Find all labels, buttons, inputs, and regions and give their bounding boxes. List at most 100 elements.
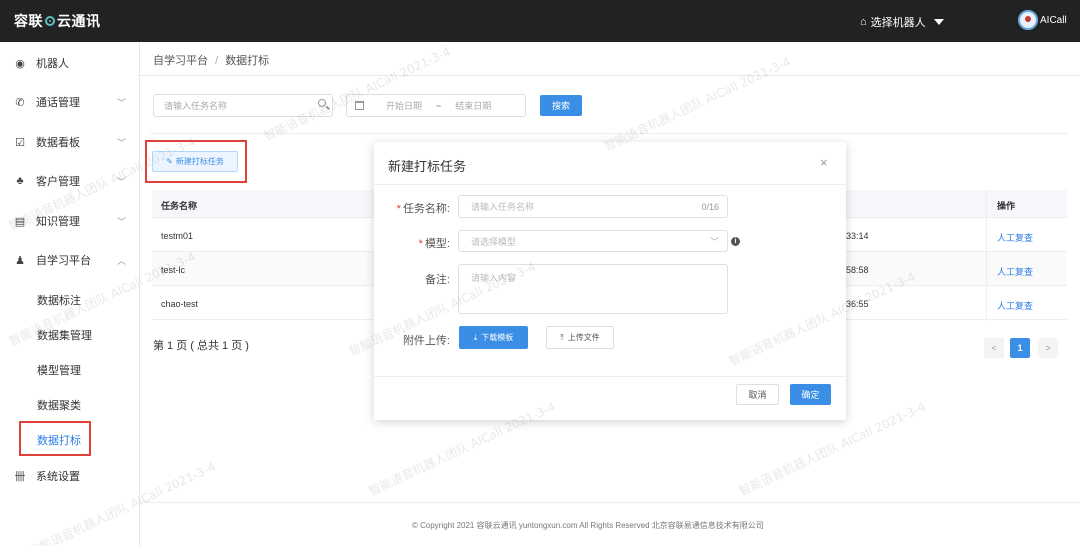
footer-copyright: © Copyright 2021 容联云通讯 yuntongxun.com Al… <box>412 521 764 530</box>
search-input[interactable]: 请输入任务名称 <box>153 94 333 117</box>
logo-dot-icon <box>45 16 55 26</box>
review-link[interactable]: 人工复查 <box>997 265 1033 278</box>
user-name: AICall <box>1040 14 1067 26</box>
sidebar-item-label: 通话管理 <box>36 97 80 109</box>
new-task-label: 新建打标任务 <box>175 157 224 166</box>
sidebar-sub-model[interactable]: 模型管理 <box>37 362 81 378</box>
task-time: 33:14 <box>846 231 869 241</box>
sidebar-item-dashboard[interactable]: ☑ 数据看板 ﹀ <box>0 132 140 152</box>
chevron-down-icon: ﹀ <box>117 97 127 108</box>
sidebar-sub-annotation[interactable]: 数据标注 <box>37 292 81 308</box>
sidebar-item-label: 机器人 <box>36 58 69 70</box>
avatar <box>1018 10 1038 30</box>
remark-placeholder: 请输入内容 <box>471 273 517 283</box>
attachment-label: 附件上传: <box>402 335 450 347</box>
users-icon: ♣ <box>16 175 24 187</box>
review-link[interactable]: 人工复查 <box>997 231 1033 244</box>
remark-label: 备注: <box>424 274 450 286</box>
learning-icon: ♟ <box>15 254 25 267</box>
model-label: * 模型: <box>418 238 450 250</box>
logo-right: 云通讯 <box>57 13 101 29</box>
task-time: 58:58 <box>846 265 869 275</box>
top-bar: 容联 云通讯 ⌂ 选择机器人 AICall <box>0 0 1080 42</box>
sidebar-sub-labeling[interactable]: 数据打标 <box>37 432 81 448</box>
chart-icon: ☑ <box>15 136 25 149</box>
footer-divider <box>140 502 1080 503</box>
end-date: 结束日期 <box>455 101 492 111</box>
sidebar: ◉ 机器人 ✆ 通话管理 ﹀ ☑ 数据看板 ﹀ ♣ 客户管理 ﹀ ▤ 知识管理 … <box>0 42 140 546</box>
phone-icon: ✆ <box>15 96 25 109</box>
confirm-button[interactable]: 确定 <box>790 384 831 405</box>
sidebar-item-label: 知识管理 <box>36 216 80 228</box>
sidebar-item-label: 客户管理 <box>36 176 80 188</box>
settings-icon: 卌 <box>14 471 26 483</box>
task-name-input[interactable]: 请输入任务名称 0/16 <box>458 195 728 218</box>
chevron-up-icon: ︿ <box>117 255 127 266</box>
task-name: testm01 <box>161 231 194 241</box>
sidebar-item-calls[interactable]: ✆ 通话管理 ﹀ <box>0 92 140 112</box>
info-icon[interactable]: i <box>731 237 740 246</box>
new-task-button[interactable]: ✎ 新建打标任务 <box>152 151 238 172</box>
sidebar-item-label: 自学习平台 <box>36 255 91 267</box>
chevron-down-icon: ﹀ <box>117 137 127 148</box>
robot-icon: ⌂ <box>860 16 867 28</box>
sidebar-item-customers[interactable]: ♣ 客户管理 ﹀ <box>0 171 140 191</box>
download-icon: ⤓ <box>473 332 478 342</box>
column-divider <box>986 190 987 321</box>
caret-down-icon <box>933 19 944 25</box>
remark-textarea[interactable]: 请输入内容 <box>458 264 728 314</box>
search-icon <box>318 99 326 107</box>
header-task-name: 任务名称 <box>161 201 198 211</box>
dialog-title: 新建打标任务 <box>388 159 467 174</box>
sidebar-sub-cluster[interactable]: 数据聚类 <box>37 397 81 413</box>
sidebar-item-settings[interactable]: 卌 系统设置 <box>0 466 140 486</box>
divider <box>150 133 1068 134</box>
download-template-button[interactable]: ⤓ 下载模板 <box>459 326 528 349</box>
date-range-picker[interactable]: 开始日期 ~ 结束日期 <box>346 94 526 117</box>
search-button[interactable]: 搜索 <box>540 95 582 116</box>
logo-left: 容联 <box>14 13 43 29</box>
sidebar-item-label: 系统设置 <box>36 471 80 483</box>
task-name: chao-test <box>161 299 199 309</box>
user-menu[interactable]: AICall <box>1018 10 1067 30</box>
date-separator: ~ <box>436 100 442 111</box>
start-date: 开始日期 <box>386 101 423 111</box>
cancel-button[interactable]: 取消 <box>736 384 779 405</box>
book-icon: ▤ <box>14 215 26 228</box>
sidebar-item-robot[interactable]: ◉ 机器人 <box>0 53 140 73</box>
divider <box>374 376 846 377</box>
page-number-button[interactable]: 1 <box>1010 338 1030 358</box>
page-info: 第 1 页 ( 总共 1 页 ) <box>153 340 249 352</box>
task-name-placeholder: 请输入任务名称 <box>471 202 535 212</box>
header-actions: 操作 <box>997 201 1016 211</box>
task-time: 36:55 <box>846 299 869 309</box>
upload-file-button[interactable]: ⤒ 上传文件 <box>546 326 614 349</box>
breadcrumb: 自学习平台 / 数据打标 <box>153 52 269 68</box>
upload-icon: ⤒ <box>560 332 564 342</box>
calendar-icon <box>355 101 364 110</box>
search-placeholder: 请输入任务名称 <box>164 101 228 111</box>
task-name-label: * 任务名称: <box>396 203 450 215</box>
robot-icon: ◉ <box>15 57 25 70</box>
prev-page-button[interactable]: < <box>984 338 1004 358</box>
edit-icon: ✎ <box>166 157 173 166</box>
chevron-down-icon: ﹀ <box>709 236 719 247</box>
app-logo: 容联 云通讯 <box>14 11 101 31</box>
robot-selector[interactable]: ⌂ 选择机器人 <box>860 14 944 30</box>
watermark: 智能语音机器人团队 AICall 2021-3-4 <box>601 54 793 154</box>
sidebar-item-knowledge[interactable]: ▤ 知识管理 ﹀ <box>0 211 140 231</box>
review-link[interactable]: 人工复查 <box>997 299 1033 312</box>
chevron-down-icon: ﹀ <box>117 216 127 227</box>
next-page-button[interactable]: > <box>1038 338 1058 358</box>
sidebar-sub-dataset[interactable]: 数据集管理 <box>37 327 92 343</box>
breadcrumb-parent[interactable]: 自学习平台 <box>153 55 208 67</box>
divider <box>140 75 1080 76</box>
close-icon[interactable]: × <box>820 155 828 170</box>
breadcrumb-separator: / <box>215 55 219 67</box>
sidebar-item-learning[interactable]: ♟ 自学习平台 ︿ <box>0 250 140 270</box>
new-task-dialog: 新建打标任务 × * 任务名称: 请输入任务名称 0/16 * 模型: 请选择模型 … <box>374 142 846 420</box>
model-select[interactable]: 请选择模型 ﹀ <box>458 230 728 252</box>
chevron-down-icon: ﹀ <box>117 176 127 187</box>
task-name: test-lc <box>161 265 186 275</box>
robot-selector-label: 选择机器人 <box>870 17 926 29</box>
